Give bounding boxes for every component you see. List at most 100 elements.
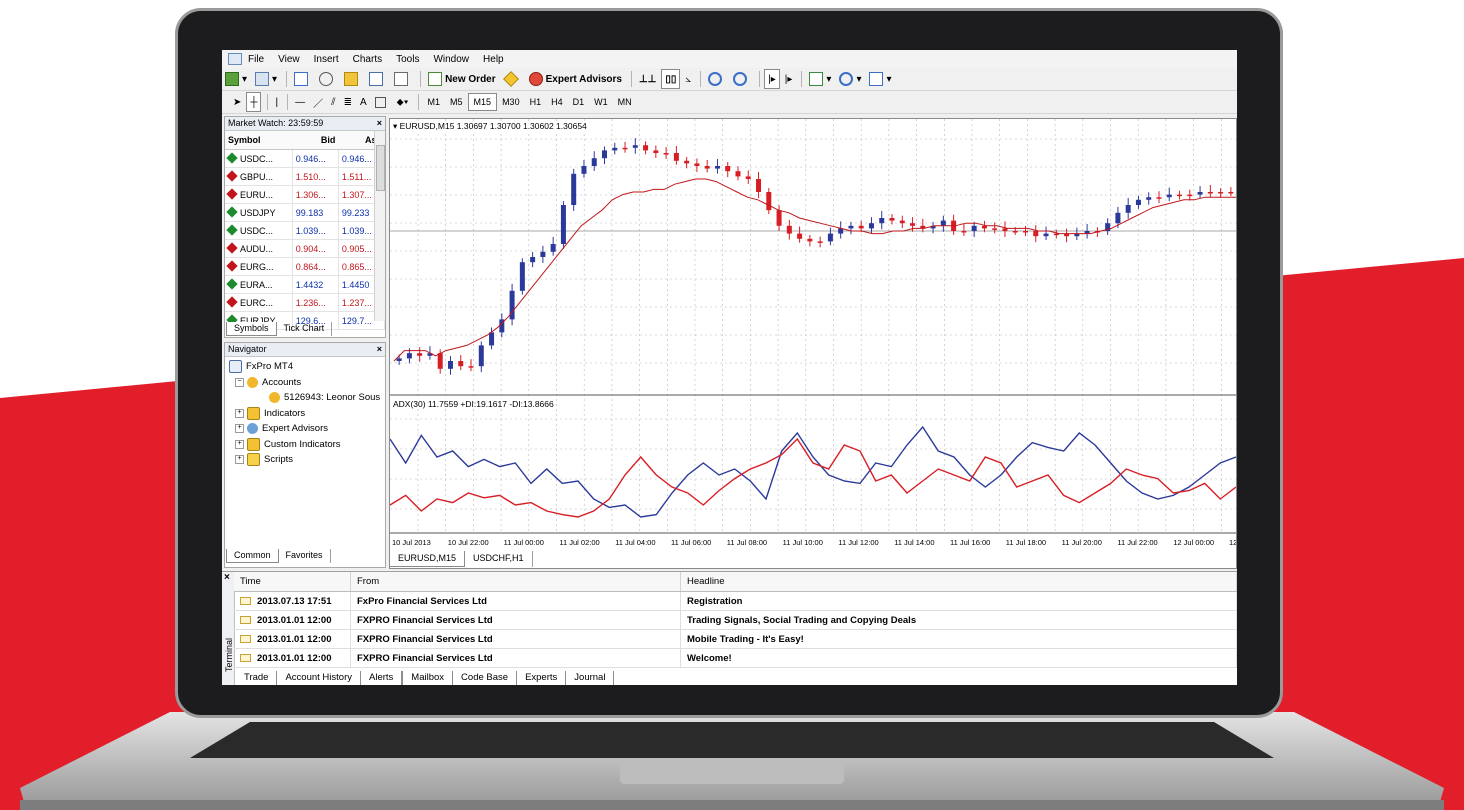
timeframe-w1[interactable]: W1 [589,94,613,110]
column-header-headline[interactable]: Headline [680,572,1237,592]
trendline-button[interactable]: ／ [310,93,326,111]
market-watch-button[interactable] [291,70,314,88]
menu-view[interactable]: View [278,54,300,65]
timeframe-h4[interactable]: H4 [546,94,568,110]
horizontal-line-button[interactable]: — [292,93,308,111]
tree-root[interactable]: FxPro MT4 [229,359,385,375]
mailbox-row[interactable]: 2013.01.01 12:00 FXPRO Financial Services… [234,648,1237,668]
chart-window[interactable]: 10 Jul 2013 10 Jul 22:00 11 Jul 00:00 11 Ju… [389,118,1237,569]
terminal-tab-journal[interactable]: Journal [566,671,615,685]
timeframe-h1[interactable]: H1 [525,94,547,110]
tab-usdchf-h1[interactable]: USDCHF,H1 [465,551,533,567]
chart-shift-button[interactable]: |▸ [782,70,796,88]
tree-scripts[interactable]: + Scripts [229,452,385,468]
close-icon[interactable]: × [377,343,382,356]
symbol-cell[interactable]: USDC... [225,221,293,240]
menu-help[interactable]: Help [483,54,504,65]
tab-symbols[interactable]: Symbols [226,322,277,336]
market-watch-row[interactable]: EURC... 1.236... 1.237... [225,293,386,312]
terminal-tab-account-history[interactable]: Account History [277,671,361,685]
column-header-bid[interactable]: Bid [292,131,339,150]
terminal-tab-code-base[interactable]: Code Base [453,671,518,685]
tree-expert-advisors[interactable]: + Expert Advisors [229,421,385,437]
menu-charts[interactable]: Charts [353,54,382,65]
equidistant-channel-button[interactable]: ⫽ [328,93,338,111]
mailbox-row[interactable]: 2013.01.01 12:00 FXPRO Financial Services… [234,629,1237,649]
terminal-tab-mailbox[interactable]: Mailbox [402,671,454,685]
market-watch-scrollbar[interactable] [374,131,385,321]
terminal-button[interactable] [366,70,389,88]
tab-eurusd-m15[interactable]: EURUSD,M15 [389,551,466,567]
expand-icon[interactable]: + [235,455,244,465]
fibonacci-button[interactable]: ≣ [341,93,355,111]
close-icon[interactable]: × [224,572,230,583]
metaeditor-button[interactable] [501,70,524,88]
terminal-tab-alerts[interactable]: Alerts [361,671,403,685]
mailbox-row[interactable]: 2013.07.13 17:51 FxPro Financial Services… [234,591,1237,611]
tab-tick-chart[interactable]: Tick Chart [277,322,333,336]
zoom-in-button[interactable] [705,70,728,88]
new-order-button[interactable]: New Order [425,70,499,88]
market-watch-row[interactable]: USDJPY 99.183 99.233 [225,203,386,222]
price-chart[interactable]: 10 Jul 2013 10 Jul 22:00 11 Jul 00:00 11 Ju… [390,119,1236,551]
expand-icon[interactable]: + [235,439,244,449]
indicators-button[interactable]: ▾ [806,70,834,88]
templates-button[interactable]: ▾ [866,70,894,88]
text-button[interactable]: A [357,93,370,111]
column-header-time[interactable]: Time [234,572,351,592]
market-watch-row[interactable]: GBPU... 1.510... 1.511... [225,167,386,186]
market-watch-row[interactable]: USDC... 1.039... 1.039... [225,221,386,240]
symbol-cell[interactable]: EURA... [225,275,293,294]
scrollbar-thumb[interactable] [376,145,385,191]
symbol-cell[interactable]: EURC... [225,293,293,312]
terminal-tab-trade[interactable]: Trade [236,671,278,685]
expert-advisors-button[interactable]: Expert Advisors [526,70,625,88]
symbol-cell[interactable]: EURG... [225,257,293,276]
expand-icon[interactable]: + [235,424,244,434]
strategy-tester-button[interactable] [391,70,414,88]
market-watch-row[interactable]: USDC... 0.946... 0.946... [225,149,386,168]
navigator-button[interactable] [341,70,364,88]
symbol-cell[interactable]: USDC... [225,149,293,168]
menu-file[interactable]: File [248,54,264,65]
tree-custom-indicators[interactable]: + Custom Indicators [229,437,385,453]
candlestick-button[interactable]: ▯▯ [661,69,681,89]
line-chart-button[interactable]: ⦣ [682,70,694,88]
tab-common[interactable]: Common [226,549,279,563]
symbol-cell[interactable]: GBPU... [225,167,293,186]
collapse-icon[interactable]: − [235,377,244,387]
menu-tools[interactable]: Tools [396,54,419,65]
bar-chart-button[interactable]: ⊥⊥ [636,70,659,88]
timeframe-m30[interactable]: M30 [497,94,525,110]
symbol-cell[interactable]: USDJPY [225,203,293,222]
terminal-tab-experts[interactable]: Experts [517,671,567,685]
close-icon[interactable]: × [377,117,382,130]
tree-accounts[interactable]: − Accounts [229,375,385,391]
timeframe-m15[interactable]: M15 [467,93,498,111]
profiles-button[interactable]: ▾ [252,70,280,88]
market-watch-row[interactable]: AUDU... 0.904... 0.905... [225,239,386,258]
arrows-button[interactable]: ⬥▾ [394,93,412,111]
market-watch-row[interactable]: EURU... 1.306... 1.307... [225,185,386,204]
zoom-out-button[interactable] [730,70,753,88]
timeframe-d1[interactable]: D1 [568,94,590,110]
tab-favorites[interactable]: Favorites [279,549,331,563]
menu-window[interactable]: Window [433,54,469,65]
tree-indicators[interactable]: + Indicators [229,406,385,422]
auto-scroll-button[interactable]: |▸ [764,69,780,89]
market-watch-row[interactable]: EURG... 0.864... 0.865... [225,257,386,276]
mailbox-row[interactable]: 2013.01.01 12:00 FXPRO Financial Services… [234,610,1237,630]
market-watch-row[interactable]: EURA... 1.4432 1.4450 [225,275,386,294]
tree-account[interactable]: 5126943: Leonor Sous [229,390,385,406]
timeframe-m5[interactable]: M5 [445,94,468,110]
crosshair-button[interactable]: ┼ [246,92,262,112]
new-chart-button[interactable]: ▾ [222,70,250,88]
text-label-button[interactable] [372,93,392,111]
periods-button[interactable]: ▾ [836,70,864,88]
expand-icon[interactable]: + [235,408,244,418]
timeframe-mn[interactable]: MN [613,94,637,110]
timeframe-m1[interactable]: M1 [423,94,446,110]
cursor-button[interactable]: ➤ [230,93,244,111]
symbol-cell[interactable]: EURU... [225,185,293,204]
column-header-from[interactable]: From [350,572,681,592]
